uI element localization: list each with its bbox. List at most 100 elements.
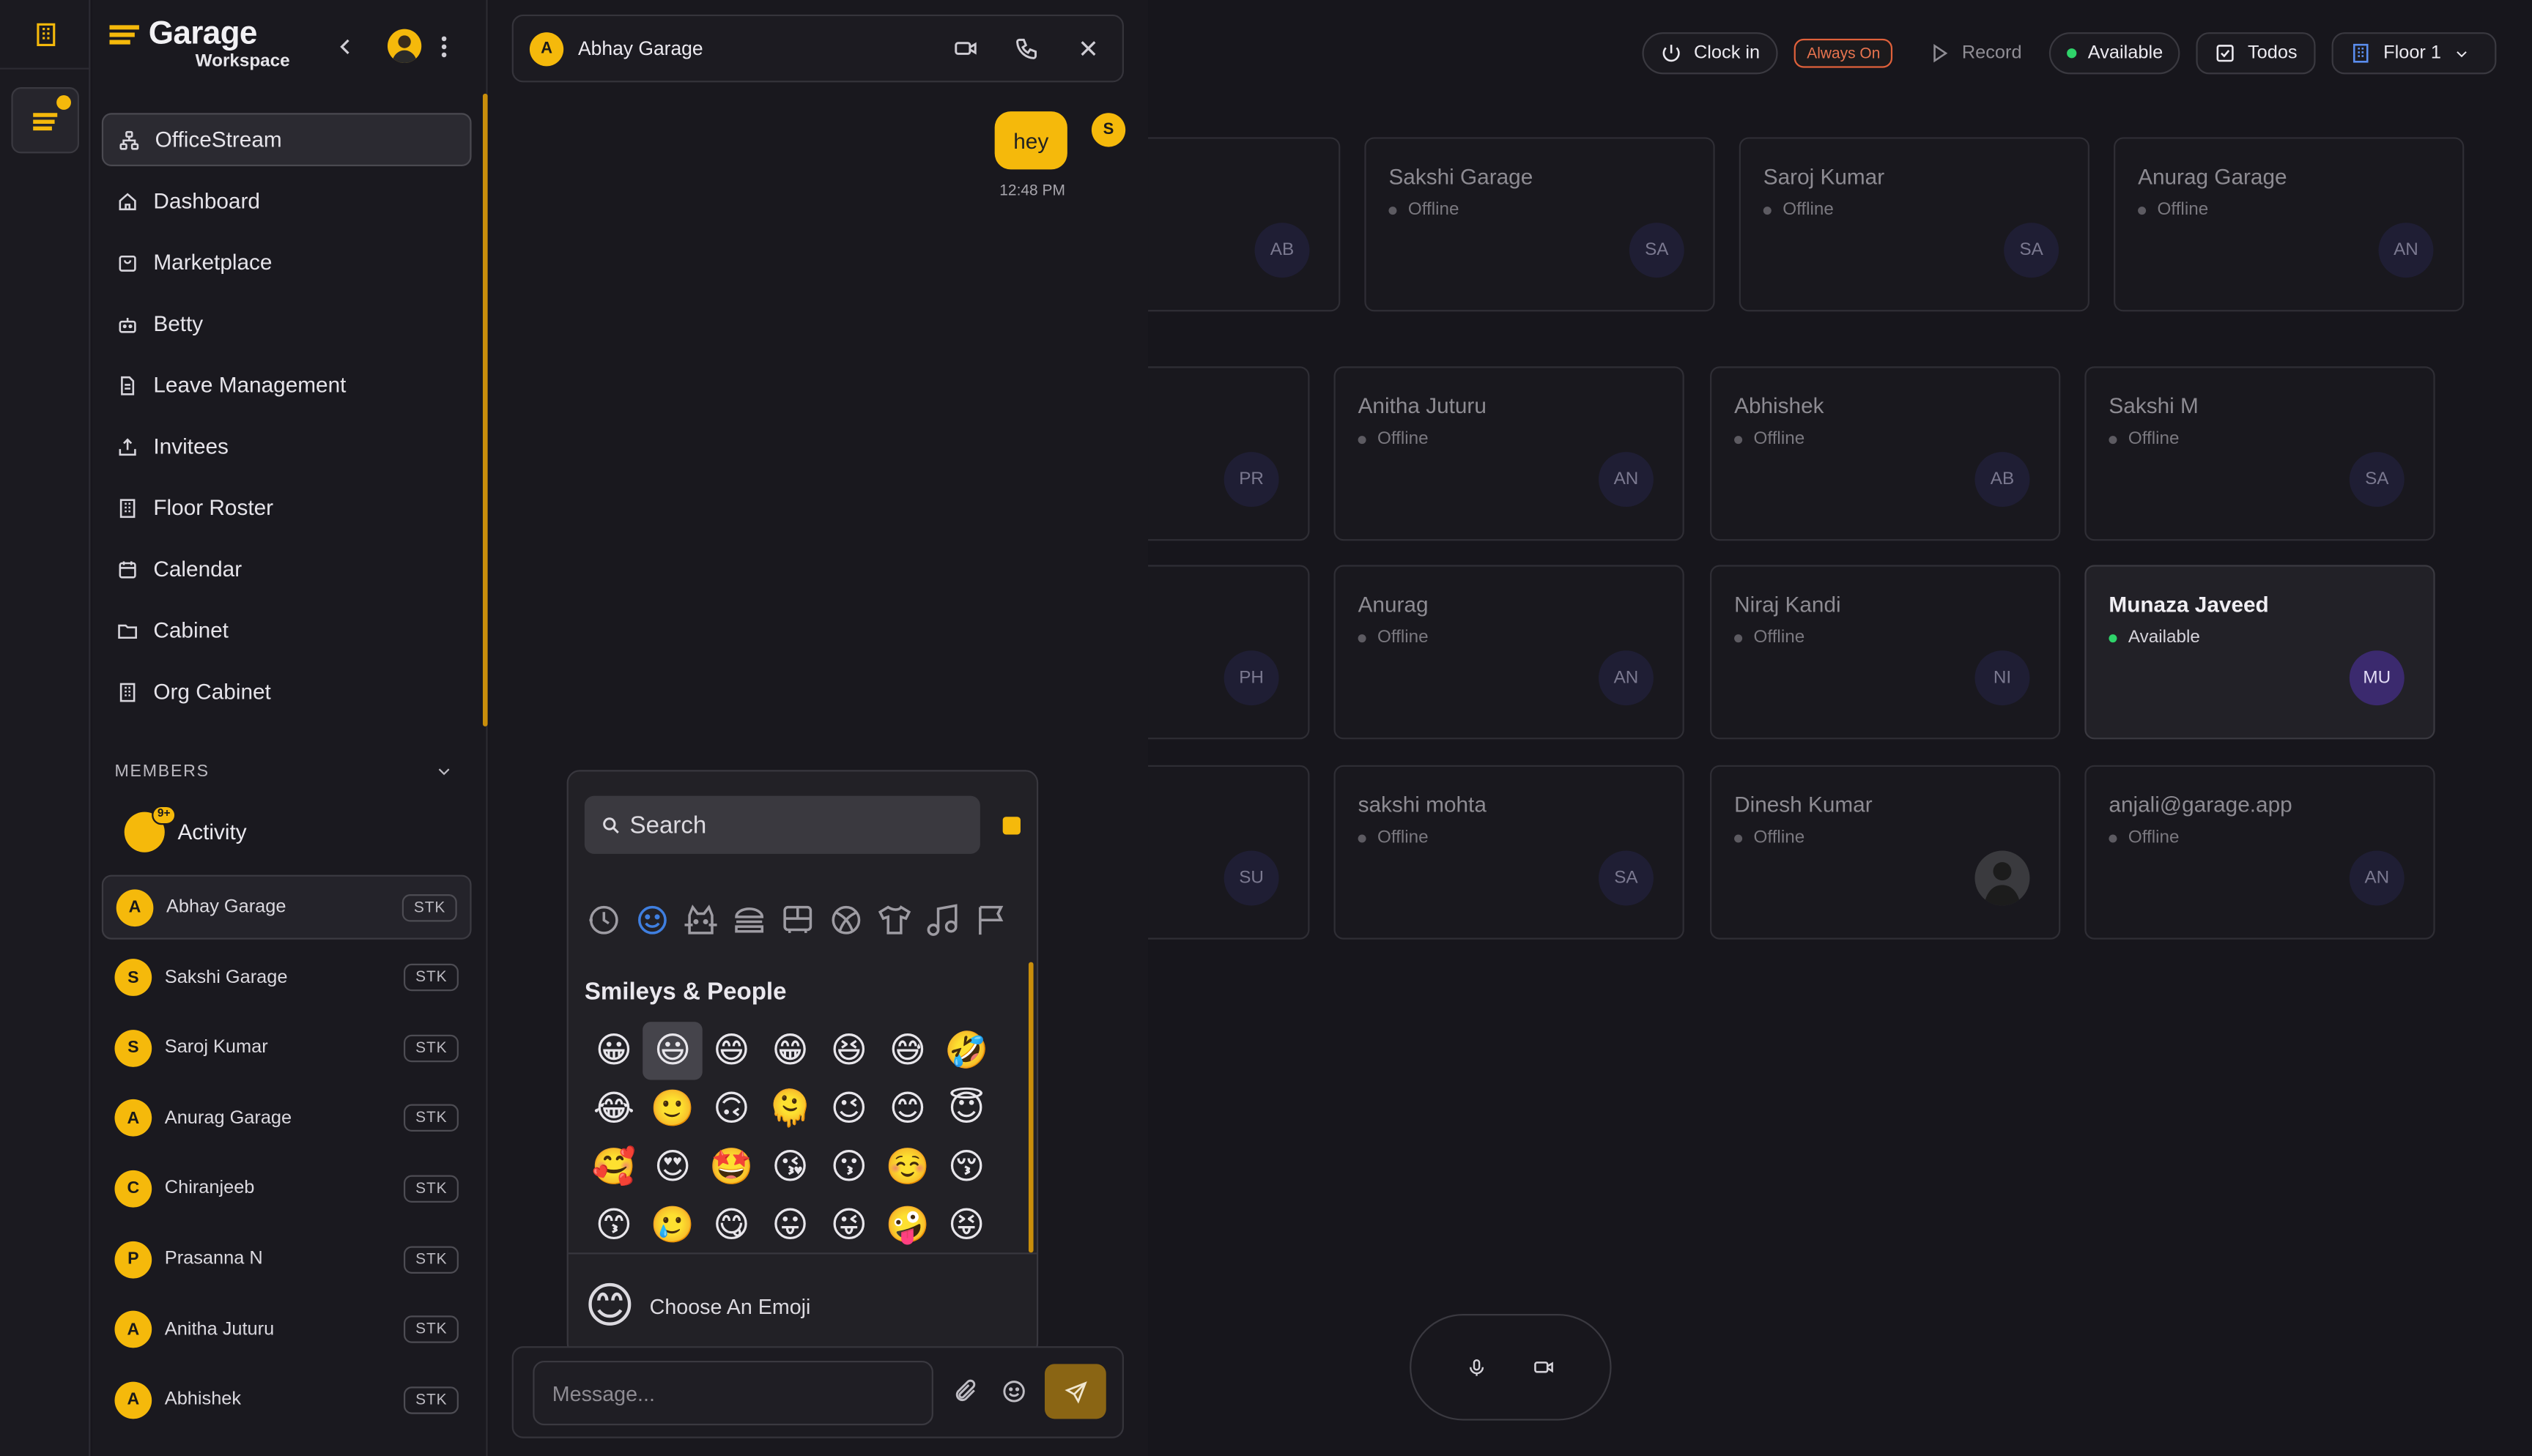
- member-item[interactable]: A Abhay Garage STK: [101, 874, 472, 940]
- emoji-option[interactable]: 🙂: [643, 1080, 702, 1137]
- building-icon[interactable]: [32, 21, 59, 48]
- emoji-option[interactable]: 🥰: [585, 1138, 643, 1196]
- record-button[interactable]: Record: [1910, 32, 2039, 74]
- member-item[interactable]: S Saroj Kumar STK: [102, 1016, 472, 1080]
- microphone-icon[interactable]: [1466, 1356, 1487, 1378]
- paperclip-icon[interactable]: [952, 1378, 978, 1404]
- video-camera-icon[interactable]: [1533, 1356, 1555, 1378]
- desk-card[interactable]: Anurag Garage Offline AN: [2114, 137, 2465, 312]
- emoji-option[interactable]: 🙃: [702, 1080, 760, 1137]
- emoji-option[interactable]: 🥲: [643, 1196, 702, 1248]
- emoji-option[interactable]: 😛: [760, 1196, 819, 1248]
- clock-in-button[interactable]: Clock in: [1642, 32, 1778, 75]
- availability-button[interactable]: Available: [2048, 32, 2181, 75]
- activity-item[interactable]: 9+ Activity: [124, 805, 247, 853]
- emoji-option[interactable]: 😙: [585, 1196, 643, 1248]
- desk-card[interactable]: Saroj Kumar Offline SA: [1739, 137, 2089, 312]
- member-item[interactable]: A Anitha Juturu STK: [102, 1297, 472, 1362]
- emoji-option[interactable]: 😃: [643, 1022, 703, 1080]
- emoji-option[interactable]: 😇: [937, 1080, 996, 1137]
- clock-in-label: Clock in: [1693, 43, 1761, 63]
- emoji-option[interactable]: 😜: [820, 1196, 878, 1248]
- emoji-option[interactable]: 😋: [702, 1196, 760, 1248]
- sidebar-item-leave-management[interactable]: Leave Management: [102, 358, 472, 412]
- chevron-left-icon[interactable]: [334, 32, 357, 62]
- desk-card[interactable]: Dinesh Kumar Offline: [1710, 765, 2061, 940]
- desk-card[interactable]: PR: [1130, 366, 1310, 541]
- cat-icon[interactable]: [681, 901, 720, 940]
- sidebar-item-marketplace[interactable]: Marketplace: [102, 236, 472, 289]
- sidebar-item-label: Floor Roster: [153, 495, 274, 520]
- desk-card[interactable]: Sakshi M Offline SA: [2084, 366, 2435, 541]
- member-item[interactable]: P Prasanna N STK: [102, 1227, 472, 1291]
- emoji-option[interactable]: 😍: [643, 1138, 702, 1196]
- member-item[interactable]: S Sakshi Garage STK: [102, 946, 472, 1010]
- clock-icon[interactable]: [585, 901, 623, 940]
- desk-card[interactable]: Munaza Javeed Available MU: [2084, 565, 2435, 740]
- emoji-option[interactable]: 😀: [585, 1022, 643, 1080]
- desk-card[interactable]: anjali@garage.app Offline AN: [2084, 765, 2435, 940]
- desk-card[interactable]: SU: [1130, 765, 1310, 940]
- member-item[interactable]: A Anurag Garage STK: [102, 1086, 472, 1151]
- avatar[interactable]: [387, 29, 422, 63]
- sidebar-item-cabinet[interactable]: Cabinet: [102, 603, 472, 657]
- sidebar-item-calendar[interactable]: Calendar: [102, 543, 472, 596]
- emoji-option[interactable]: 😗: [820, 1138, 878, 1196]
- emoji-option[interactable]: 😆: [820, 1022, 878, 1080]
- emoji-option[interactable]: 😝: [937, 1196, 996, 1248]
- close-icon[interactable]: [1076, 35, 1101, 61]
- phone-icon[interactable]: [1014, 35, 1040, 61]
- desk-card[interactable]: Sakshi Garage Offline SA: [1364, 137, 1715, 312]
- sidebar-scrollbar[interactable]: [482, 93, 488, 727]
- flag-icon[interactable]: [972, 901, 1011, 940]
- sidebar-item-dashboard[interactable]: Dashboard: [102, 174, 472, 228]
- desk-card[interactable]: Niraj Kandi Offline NI: [1710, 565, 2061, 740]
- desk-card[interactable]: Abhishek Offline AB: [1710, 366, 2061, 541]
- shirt-icon[interactable]: [876, 901, 914, 940]
- more-vertical-icon[interactable]: [439, 34, 448, 59]
- emoji-option[interactable]: 🤪: [878, 1196, 937, 1248]
- emoji-search-input[interactable]: Search: [584, 795, 980, 854]
- floor-select[interactable]: Floor 1: [2331, 32, 2497, 75]
- sidebar-item-officestream[interactable]: OfficeStream: [101, 113, 472, 167]
- bus-icon[interactable]: [778, 901, 817, 940]
- desk-card[interactable]: sakshi mohta Offline SA: [1333, 765, 1684, 940]
- sidebar-item-floor-roster[interactable]: Floor Roster: [102, 481, 472, 535]
- emoji-option[interactable]: 😁: [760, 1022, 819, 1080]
- emoji-option[interactable]: 😊: [878, 1080, 937, 1137]
- emoji-option[interactable]: 😘: [760, 1138, 819, 1196]
- ball-icon[interactable]: [826, 901, 865, 940]
- emoji-option[interactable]: 😉: [820, 1080, 878, 1137]
- sidebar-item-invitees[interactable]: Invitees: [102, 420, 472, 473]
- skin-tone-button[interactable]: [1002, 817, 1021, 835]
- smiley-icon[interactable]: [633, 901, 672, 940]
- todos-button[interactable]: Todos: [2196, 32, 2315, 75]
- video-camera-icon[interactable]: [952, 35, 978, 61]
- workspace-logo[interactable]: Garage Workspace: [106, 18, 290, 71]
- workspace-switcher[interactable]: [11, 87, 79, 154]
- burger-icon[interactable]: [730, 901, 769, 940]
- emoji-option[interactable]: 😂: [585, 1080, 643, 1137]
- sidebar-item-betty[interactable]: Betty: [102, 297, 472, 351]
- desk-card[interactable]: AB: [1130, 137, 1341, 312]
- member-item[interactable]: C Chiranjeeb STK: [102, 1156, 472, 1221]
- emoji-option[interactable]: 🫠: [760, 1080, 819, 1137]
- emoji-option[interactable]: ☺️: [878, 1138, 937, 1196]
- desk-card[interactable]: PH: [1130, 565, 1310, 740]
- smiley-icon[interactable]: [1001, 1378, 1026, 1404]
- message-bubble[interactable]: hey: [994, 111, 1067, 170]
- members-header[interactable]: MEMBERS: [114, 762, 454, 781]
- desk-card[interactable]: Anitha Juturu Offline AN: [1333, 366, 1684, 541]
- sidebar-item-org-cabinet[interactable]: Org Cabinet: [102, 665, 472, 718]
- emoji-option[interactable]: 🤣: [937, 1022, 996, 1080]
- emoji-scrollbar[interactable]: [1028, 962, 1034, 1253]
- send-button[interactable]: [1044, 1364, 1106, 1419]
- message-input[interactable]: [533, 1360, 933, 1426]
- emoji-option[interactable]: 😚: [937, 1138, 996, 1196]
- music-icon[interactable]: [924, 901, 963, 940]
- emoji-option[interactable]: 😄: [702, 1022, 760, 1080]
- emoji-option[interactable]: 😅: [878, 1022, 937, 1080]
- emoji-option[interactable]: 🤩: [702, 1138, 760, 1196]
- member-item[interactable]: A Abhishek STK: [102, 1367, 472, 1432]
- desk-card[interactable]: Anurag Offline AN: [1333, 565, 1684, 740]
